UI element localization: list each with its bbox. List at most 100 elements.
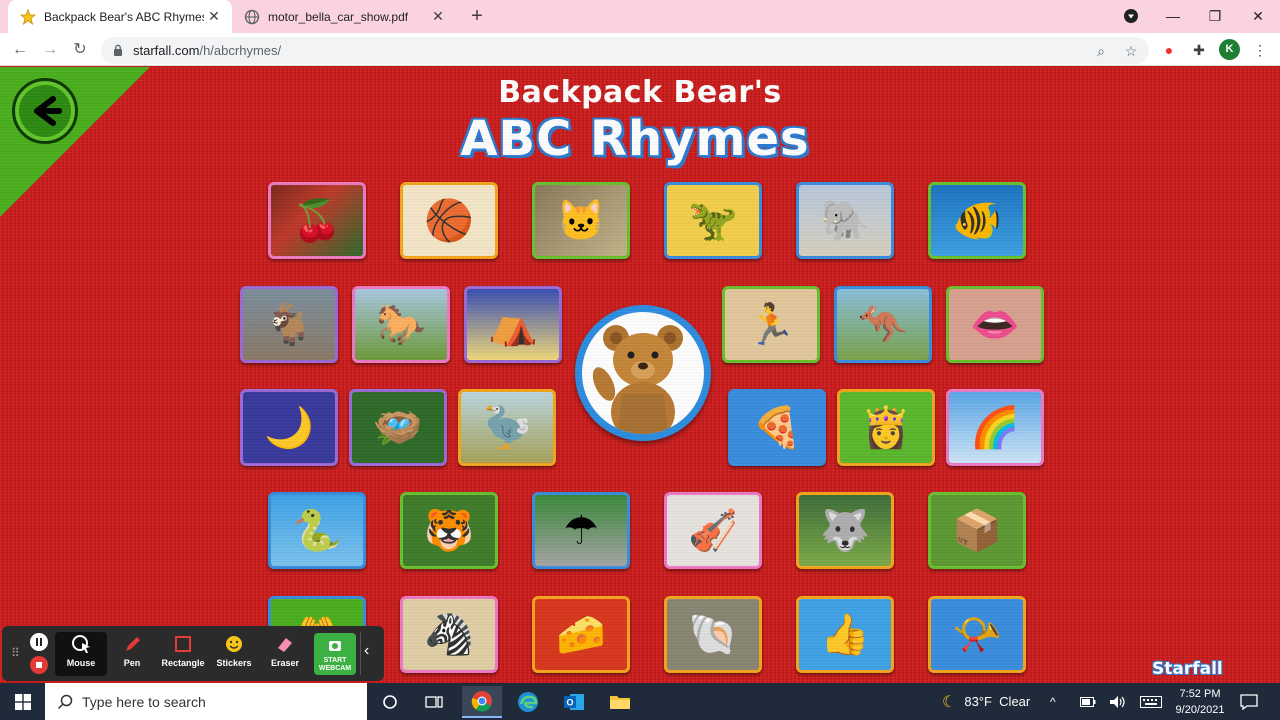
tile-whistle[interactable]: 📯 (928, 596, 1026, 673)
tile-goat[interactable]: 🐐 (240, 286, 338, 363)
umbrella-icon: ☂ (563, 508, 599, 553)
tile-moon[interactable]: 🌙 (240, 389, 338, 466)
tile-snake[interactable]: 🐍 (268, 492, 366, 569)
page-title: ABC Rhymes (460, 111, 810, 167)
tile-jump-rope[interactable]: 🏃 (722, 286, 820, 363)
tile-igloo[interactable]: ⛺ (464, 286, 562, 363)
close-window-button[interactable]: ✕ (1245, 3, 1271, 29)
cheese-icon: 🧀 (556, 612, 606, 657)
teddy-bear-icon (592, 325, 683, 434)
goat-icon: 🐐 (264, 302, 314, 347)
system-clock[interactable]: 7:52 PM 9/20/2021 (1168, 686, 1232, 718)
tile-kangaroo[interactable]: 🦘 (834, 286, 932, 363)
tile-violin[interactable]: 🎻 (664, 492, 762, 569)
tile-umbrella[interactable]: ☂ (532, 492, 630, 569)
rectangle-icon (175, 636, 191, 652)
tile-dinosaur[interactable]: 🦖 (664, 182, 762, 259)
collapse-chevron-icon[interactable]: ‹ (364, 642, 369, 660)
tile-pizza[interactable]: 🍕 (728, 389, 826, 466)
tile-ball[interactable]: 🏀 (400, 182, 498, 259)
tray-chevron-icon[interactable]: ^ (1050, 683, 1056, 720)
kangaroo-icon: 🦘 (858, 302, 908, 347)
back-arrow-icon[interactable]: ← (7, 37, 33, 63)
webcam-icon (329, 641, 341, 651)
file-explorer-icon[interactable] (600, 686, 640, 718)
tile-queen[interactable]: 👸 (837, 389, 935, 466)
drag-handle-icon[interactable]: ⠿ (11, 646, 20, 660)
tile-lips[interactable]: 👄 (946, 286, 1044, 363)
tile-zebra[interactable]: 🦓 (400, 596, 498, 673)
tile-cat[interactable]: 🐱 (532, 182, 630, 259)
tile-horse[interactable]: 🐎 (352, 286, 450, 363)
pen-tool[interactable]: Pen (106, 632, 158, 676)
new-tab-button[interactable]: + (466, 4, 488, 28)
tile-ostrich[interactable]: 🦤 (458, 389, 556, 466)
pause-button[interactable] (30, 633, 48, 651)
tile-nest[interactable]: 🪺 (349, 389, 447, 466)
chrome-taskbar-icon[interactable] (462, 686, 502, 718)
reload-icon[interactable]: ↻ (67, 37, 93, 63)
maximize-button[interactable]: ❐ (1202, 3, 1228, 29)
start-webcam-button[interactable]: START WEBCAM (314, 633, 356, 675)
tile-apples[interactable]: 🍒 (268, 182, 366, 259)
tab-abc-rhymes[interactable]: Backpack Bear's ABC Rhymes! ✕ (8, 0, 232, 33)
tab-pdf[interactable]: motor_bella_car_show.pdf ✕ (232, 0, 456, 33)
pause-icon (36, 638, 42, 646)
start-button[interactable] (0, 683, 45, 720)
minimize-button[interactable]: — (1160, 3, 1186, 29)
tile-thumb[interactable]: 👍 (796, 596, 894, 673)
moon-icon: 🌙 (264, 405, 314, 450)
tile-tiger[interactable]: 🐯 (400, 492, 498, 569)
jump-rope-icon: 🏃 (746, 302, 796, 347)
keyboard-icon[interactable] (1140, 683, 1162, 720)
tile-shell[interactable]: 🐚 (664, 596, 762, 673)
cortana-icon[interactable] (370, 686, 410, 718)
eraser-tool[interactable]: Eraser (259, 632, 311, 676)
rectangle-tool[interactable]: Rectangle (157, 632, 209, 676)
starfall-logo[interactable]: Starfall (1152, 659, 1223, 679)
address-bar[interactable]: starfall.com/h/abcrhymes/ ⌕ ☆ (101, 37, 1149, 64)
task-view-icon[interactable] (414, 686, 454, 718)
bookmark-star-icon[interactable]: ☆ (1121, 41, 1141, 61)
profile-avatar[interactable]: K (1219, 39, 1240, 60)
pen-icon (126, 637, 140, 651)
volume-icon[interactable] (1109, 683, 1127, 720)
box-icon: 📦 (952, 508, 1002, 553)
close-tab-icon[interactable]: ✕ (204, 8, 224, 25)
stickers-tool[interactable]: Stickers (208, 632, 260, 676)
record-extension-icon[interactable]: ● (1159, 40, 1179, 60)
tile-cheese[interactable]: 🧀 (532, 596, 630, 673)
edge-taskbar-icon[interactable] (508, 686, 548, 718)
stop-button[interactable] (30, 656, 48, 674)
close-tab-icon[interactable]: ✕ (428, 8, 448, 25)
mouse-icon (72, 635, 90, 653)
tile-fish[interactable]: 🐠 (928, 182, 1026, 259)
tile-box[interactable]: 📦 (928, 492, 1026, 569)
tab-search-icon[interactable] (1118, 3, 1144, 29)
outlook-taskbar-icon[interactable]: O (554, 686, 594, 718)
tab-strip: Backpack Bear's ABC Rhymes! ✕ motor_bell… (0, 0, 1280, 33)
tile-wolf[interactable]: 🐺 (796, 492, 894, 569)
tile-rainbow[interactable]: 🌈 (946, 389, 1044, 466)
forward-arrow-icon[interactable]: → (37, 37, 63, 63)
extensions-puzzle-icon[interactable]: ✚ (1189, 40, 1209, 60)
wolf-icon: 🐺 (820, 508, 870, 553)
eraser-icon (278, 638, 292, 652)
kebab-menu-icon[interactable]: ⋮ (1250, 40, 1270, 60)
stop-icon (36, 662, 42, 668)
tile-elephant[interactable]: 🐘 (796, 182, 894, 259)
weather-widget[interactable]: ☾ 83°F Clear (942, 683, 1030, 720)
taskbar-search-box[interactable]: Type here to search (45, 683, 367, 720)
notification-icon[interactable] (1240, 683, 1258, 720)
pizza-icon: 🍕 (752, 405, 802, 450)
battery-icon[interactable] (1080, 683, 1096, 720)
tiger-icon: 🐯 (424, 508, 474, 553)
backpack-bear-button[interactable] (575, 305, 711, 441)
zoom-icon[interactable]: ⌕ (1091, 41, 1111, 61)
ostrich-icon: 🦤 (482, 405, 532, 450)
mouse-tool[interactable]: Mouse (55, 632, 107, 676)
windows-taskbar: Type here to search O ☾ 83°F Clear ^ 7:5… (0, 683, 1280, 720)
lips-icon: 👄 (970, 302, 1020, 347)
thumb-icon: 👍 (820, 612, 870, 657)
dinosaur-icon: 🦖 (688, 198, 738, 243)
